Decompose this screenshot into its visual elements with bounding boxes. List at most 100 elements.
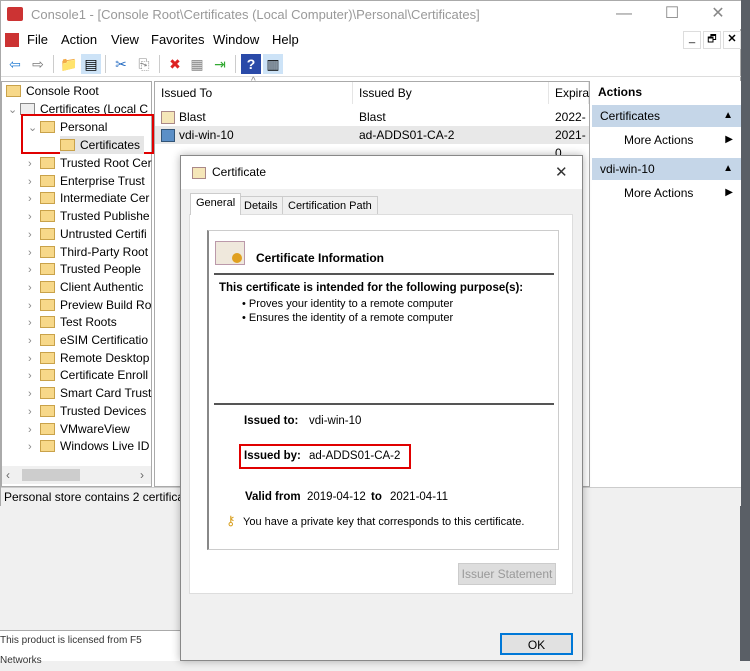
chevron-right-icon[interactable]: › — [28, 226, 40, 244]
collapse-up-icon[interactable]: ▲ — [723, 158, 733, 180]
toolbar-separator — [105, 55, 106, 73]
tree-item-store[interactable]: › VMwareView — [28, 420, 130, 438]
section-label: vdi-win-10 — [600, 162, 655, 176]
folder-icon — [40, 174, 55, 187]
properties-icon[interactable]: ▦ — [187, 54, 207, 74]
tree-item-personal-certificates[interactable]: Certificates — [60, 136, 145, 154]
tree-item-store[interactable]: › Client Authentic — [28, 278, 143, 296]
chevron-right-icon[interactable]: › — [28, 297, 40, 315]
menu-action[interactable]: Action — [61, 32, 97, 47]
section-label: Certificates — [600, 109, 661, 123]
column-header-issued-to[interactable]: Issued To — [155, 82, 353, 104]
issuer-statement-button[interactable]: Issuer Statement — [458, 563, 556, 585]
purpose-text: Ensures the identity of a remote compute… — [248, 312, 454, 324]
show-action-pane-icon[interactable]: ▥ — [263, 54, 283, 74]
chevron-right-icon[interactable]: › — [28, 421, 40, 439]
collapse-up-icon[interactable]: ▲ — [723, 105, 733, 127]
chevron-right-icon[interactable]: › — [28, 350, 40, 368]
tree-item-store[interactable]: › Windows Live ID — [28, 437, 149, 455]
tree-item-store[interactable]: › Trusted Root Cer — [28, 154, 152, 172]
tree-item-store[interactable]: › Enterprise Trust — [28, 172, 145, 190]
chevron-right-icon[interactable]: › — [28, 208, 40, 226]
chevron-right-icon[interactable]: › — [28, 332, 40, 350]
export-icon[interactable]: ⇥ — [210, 54, 230, 74]
purpose-item: • Proves your identity to a remote compu… — [242, 298, 454, 310]
tree-item-store[interactable]: › Remote Desktop — [28, 349, 149, 367]
copy-icon[interactable]: ⎘ — [134, 54, 154, 74]
tree-item-store[interactable]: › Untrusted Certifi — [28, 225, 147, 243]
tree-item-store[interactable]: › Third-Party Root — [28, 243, 148, 261]
chevron-right-icon[interactable]: › — [28, 279, 40, 297]
tree-horizontal-scrollbar[interactable]: ‹ › — [2, 466, 151, 484]
tree-label: Client Authentic — [60, 279, 144, 294]
menu-favorites[interactable]: Favorites — [151, 32, 204, 47]
chevron-right-icon[interactable]: › — [28, 403, 40, 421]
folder-icon — [40, 210, 55, 223]
private-key-note: You have a private key that corresponds … — [243, 516, 525, 528]
scroll-right-icon[interactable]: › — [140, 468, 144, 482]
chevron-down-icon[interactable]: ⌄ — [8, 101, 20, 119]
more-actions-item[interactable]: More Actions ▶ — [592, 129, 741, 151]
tree-item-personal[interactable]: ⌄ Personal — [28, 118, 107, 136]
back-arrow-icon[interactable]: ⇦ — [5, 54, 25, 74]
scroll-left-icon[interactable]: ‹ — [6, 468, 10, 482]
mdi-restore-button[interactable]: 🗗 — [703, 31, 721, 49]
menu-help[interactable]: Help — [272, 32, 299, 47]
chevron-down-icon[interactable]: ⌄ — [28, 119, 40, 137]
more-actions-item[interactable]: More Actions ▶ — [592, 182, 741, 204]
tree-item-store[interactable]: › Preview Build Ro — [28, 296, 151, 314]
show-tree-icon[interactable]: ▤ — [81, 54, 101, 74]
tree-label: Remote Desktop — [60, 350, 150, 365]
folder-icon — [40, 245, 55, 258]
maximize-button[interactable]: ☐ — [649, 1, 695, 29]
seal-icon — [232, 253, 242, 263]
chevron-right-icon[interactable]: › — [28, 244, 40, 262]
chevron-right-icon[interactable]: › — [28, 438, 40, 456]
tree-item-store[interactable]: › Intermediate Cer — [28, 189, 149, 207]
tree-item-store[interactable]: › Smart Card Trust — [28, 384, 151, 402]
close-button[interactable]: ✕ — [695, 1, 741, 29]
minimize-button[interactable]: — — [601, 1, 647, 29]
tree-label: Windows Live ID — [60, 439, 150, 454]
mdi-minimize-button[interactable]: _ — [683, 31, 701, 49]
table-row[interactable]: Blast Blast 2022-0 — [155, 108, 589, 142]
action-section-certificates[interactable]: Certificates ▲ — [592, 105, 741, 127]
delete-icon[interactable]: ✖ — [165, 54, 185, 74]
cut-icon[interactable]: ✂ — [111, 54, 131, 74]
help-icon[interactable]: ? — [241, 54, 261, 74]
scrollbar-thumb[interactable] — [22, 469, 80, 481]
tree-item-store[interactable]: › eSIM Certificatio — [28, 331, 148, 349]
tree-item-store[interactable]: › Trusted People — [28, 260, 141, 278]
dialog-close-button[interactable]: ✕ — [555, 163, 568, 181]
chevron-right-icon[interactable]: › — [28, 173, 40, 191]
tab-certification-path[interactable]: Certification Path — [282, 196, 378, 215]
menu-file[interactable]: File — [27, 32, 48, 47]
table-row-selected[interactable]: vdi-win-10 ad-ADDS01-CA-2 2021-0 — [155, 126, 589, 160]
column-header-expiration[interactable]: Expira — [549, 82, 589, 104]
mdi-close-button[interactable]: ✕ — [723, 31, 741, 49]
column-header-issued-by[interactable]: Issued By — [353, 82, 549, 104]
chevron-right-icon[interactable]: › — [28, 367, 40, 385]
forward-arrow-icon[interactable]: ⇨ — [28, 54, 48, 74]
actions-pane: Actions Certificates ▲ More Actions ▶ vdi-… — [592, 81, 741, 487]
chevron-right-icon[interactable]: › — [28, 155, 40, 173]
chevron-right-icon[interactable]: › — [28, 385, 40, 403]
tree-item-store[interactable]: › Trusted Devices — [28, 402, 146, 420]
tree-item-store[interactable]: › Test Roots — [28, 313, 117, 331]
actions-title: Actions — [598, 85, 643, 99]
tab-details[interactable]: Details — [238, 196, 284, 215]
tree-item-store[interactable]: › Certificate Enroll — [28, 366, 148, 384]
action-section-vdi-win-10[interactable]: vdi-win-10 ▲ — [592, 158, 741, 180]
chevron-right-icon[interactable]: › — [28, 314, 40, 332]
tree-label: Untrusted Certifi — [60, 226, 147, 241]
ok-button[interactable]: OK — [500, 633, 573, 655]
chevron-right-icon[interactable]: › — [28, 261, 40, 279]
tree-item-store[interactable]: › Trusted Publishe — [28, 207, 150, 225]
up-folder-icon[interactable]: 📁 — [59, 54, 79, 74]
chevron-right-icon[interactable]: › — [28, 190, 40, 208]
tree-item-console-root[interactable]: Console Root — [6, 82, 99, 100]
cell-issued-to: Blast — [179, 110, 206, 124]
tab-general[interactable]: General — [190, 193, 242, 215]
menu-view[interactable]: View — [111, 32, 139, 47]
menu-window[interactable]: Window — [213, 32, 259, 47]
